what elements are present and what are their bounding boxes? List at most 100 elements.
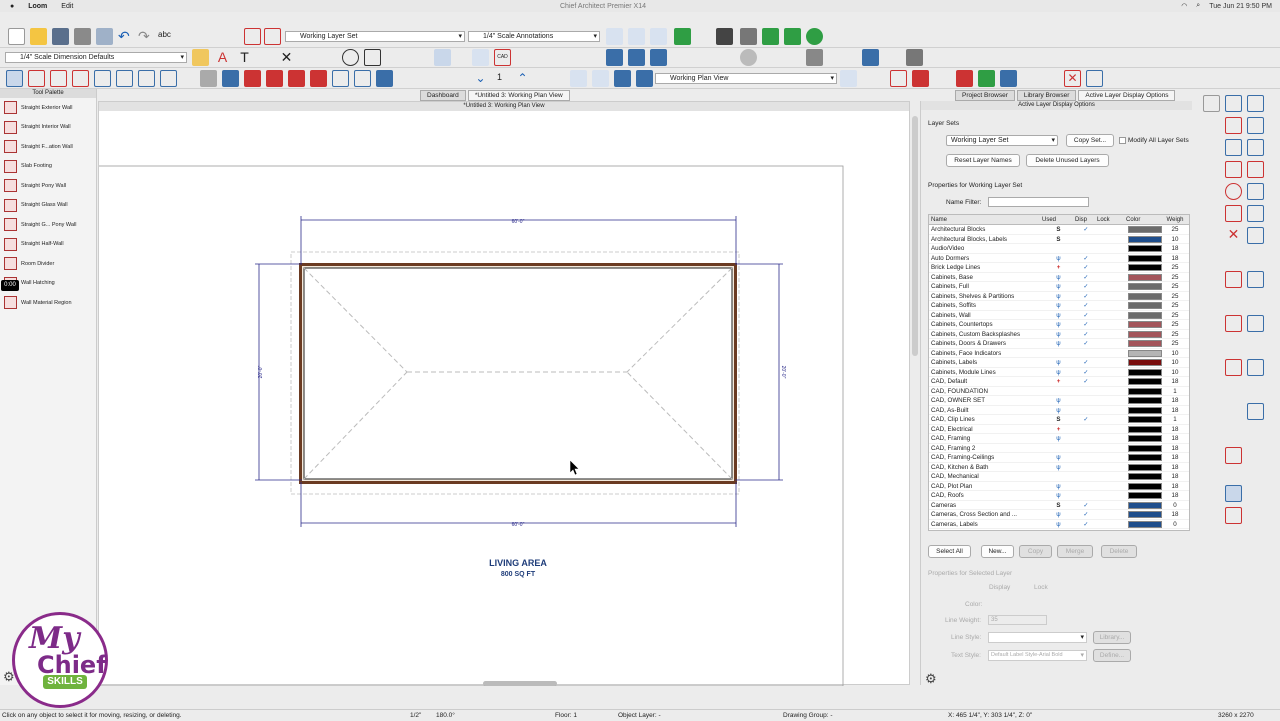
window-tool2-icon[interactable] [116, 70, 133, 87]
save-icon[interactable] [52, 28, 69, 45]
view-settings-icon[interactable] [840, 70, 857, 87]
print-preview-icon[interactable] [96, 28, 113, 45]
layer-display-check[interactable]: ✓ [1075, 292, 1097, 301]
new-file-icon[interactable] [8, 28, 25, 45]
fence-icon[interactable] [762, 28, 779, 45]
layer-row[interactable]: Cabinets, Full ψ ✓ 25 [929, 282, 1189, 292]
pencil-icon[interactable] [906, 49, 923, 66]
layer-row[interactable]: CAD, Framing 2 18 [929, 444, 1189, 453]
layer-color-cell[interactable] [1126, 273, 1164, 282]
layers-icon[interactable] [200, 70, 217, 87]
layer-display-check[interactable]: ✓ [1075, 520, 1097, 529]
layer-display-check[interactable]: ✓ [1075, 330, 1097, 339]
spell-check-icon[interactable]: abc [158, 28, 175, 45]
rt-tool-1-icon[interactable] [1203, 95, 1220, 112]
rt-tool-18-icon[interactable] [1247, 315, 1264, 332]
cube-icon[interactable] [376, 70, 393, 87]
rt-tool-12-icon[interactable] [1225, 205, 1242, 222]
layer-lock[interactable] [1097, 235, 1126, 244]
garage-icon[interactable] [266, 70, 283, 87]
rt-tool-2-icon[interactable] [1225, 95, 1242, 112]
layer-lock[interactable] [1097, 225, 1126, 234]
layer-lock[interactable] [1097, 520, 1126, 529]
layer-display-check[interactable]: ✓ [1075, 273, 1097, 282]
palette-item[interactable]: Straight Exterior Wall [0, 98, 96, 118]
layer-lock[interactable] [1097, 510, 1126, 519]
layer-lock[interactable] [1097, 425, 1126, 434]
palette-item[interactable]: Wall Material Region [0, 293, 96, 313]
layer-display-check[interactable]: ✓ [1075, 368, 1097, 377]
layer-display-check[interactable]: ✓ [1075, 339, 1097, 348]
layer-display-check[interactable] [1075, 444, 1097, 453]
fill-icon[interactable] [956, 70, 973, 87]
modify-all-checkbox[interactable] [1119, 137, 1126, 144]
layer-color-cell[interactable] [1126, 396, 1164, 405]
select-object-icon[interactable] [434, 49, 451, 66]
layer-row[interactable]: Cabinets, Countertops ψ ✓ 25 [929, 320, 1189, 330]
layer-row[interactable]: Cabinets, Doors & Drawers ψ ✓ 25 [929, 339, 1189, 349]
rectangle-tool-icon[interactable] [364, 49, 381, 66]
col-name[interactable]: Name [929, 215, 1042, 224]
panel-layer-set-select[interactable]: Working Layer Set [946, 135, 1058, 146]
wifi-icon[interactable]: ◠ [1181, 2, 1187, 10]
panel-gear-icon[interactable]: ⚙ [925, 671, 937, 687]
tab-project-browser[interactable]: Project Browser [955, 90, 1015, 101]
layer-display-check[interactable]: ✓ [1075, 501, 1097, 510]
palette-item[interactable]: Straight Interior Wall [0, 118, 96, 138]
layer-row[interactable]: Cabinets, Soffits ψ ✓ 25 [929, 301, 1189, 311]
layer-display-check[interactable]: ✓ [1075, 254, 1097, 263]
layer-row[interactable]: Cabinets, Base ψ ✓ 25 [929, 273, 1189, 282]
dark-block-icon[interactable] [716, 28, 733, 45]
rt-tool-17-icon[interactable] [1225, 315, 1242, 332]
layer-color-cell[interactable] [1126, 453, 1164, 462]
rt-tool-21-icon[interactable] [1247, 403, 1264, 420]
layer-color-cell[interactable] [1126, 472, 1164, 481]
layer-lock[interactable] [1097, 339, 1126, 348]
window-tool-icon[interactable] [806, 49, 823, 66]
layer-display-check[interactable] [1075, 387, 1097, 396]
lock-checkbox-label[interactable]: Lock [1034, 584, 1048, 591]
layer-color-cell[interactable] [1126, 320, 1164, 329]
layer-display-check[interactable]: ✓ [1075, 311, 1097, 320]
floor-up-icon[interactable]: ⌃ [514, 70, 531, 87]
house-icon[interactable] [606, 49, 623, 66]
dimension-icon[interactable] [890, 70, 907, 87]
floor-down-icon[interactable]: ⌄ [472, 70, 489, 87]
open-folder-icon[interactable] [30, 28, 47, 45]
rt-tool-4-icon[interactable] [1225, 117, 1242, 134]
rt-tool-20-icon[interactable] [1247, 359, 1264, 376]
rt-tool-8-icon[interactable] [1225, 161, 1242, 178]
rt-tool-5-icon[interactable] [1247, 117, 1264, 134]
rt-tool-15-icon[interactable] [1225, 271, 1242, 288]
layer-display-check[interactable] [1075, 434, 1097, 443]
menu-app[interactable]: Loom [28, 3, 47, 10]
layer-row[interactable]: Cabinets, Module Lines ψ ✓ 10 [929, 368, 1189, 377]
plan-canvas[interactable]: *Untitled 3: Working Plan View 60'-0" 60… [98, 101, 918, 686]
layer-lock[interactable] [1097, 406, 1126, 415]
layer-color-cell[interactable] [1126, 425, 1164, 434]
layer-color-cell[interactable] [1126, 415, 1164, 424]
layer-lock[interactable] [1097, 482, 1126, 491]
rt-tool-14-icon[interactable] [1247, 227, 1264, 244]
rt-tool-23-icon[interactable] [1225, 485, 1242, 502]
layer-lock[interactable] [1097, 273, 1126, 282]
copy-layer-button[interactable]: Copy [1019, 545, 1052, 558]
cad-tool-icon[interactable] [472, 49, 489, 66]
col-used[interactable]: Used [1042, 215, 1075, 224]
palette-item[interactable]: Straight G... Pony Wall [0, 215, 96, 235]
col-color[interactable]: Color [1126, 215, 1164, 224]
rt-tool-3-icon[interactable] [1247, 95, 1264, 112]
layer-row[interactable]: Cameras, Labels ψ ✓ 0 [929, 520, 1189, 529]
layer-row[interactable]: Cameras S ✓ 0 [929, 501, 1189, 510]
layer-lock[interactable] [1097, 358, 1126, 367]
display-checkbox-label[interactable]: Display [989, 584, 1010, 591]
layer-display-check[interactable]: ✓ [1075, 377, 1097, 386]
layer-row[interactable]: Cabinets, Wall ψ ✓ 25 [929, 311, 1189, 320]
text-t-icon[interactable]: T [236, 49, 253, 66]
layer-display-check[interactable] [1075, 472, 1097, 481]
framing-tool-icon[interactable] [160, 70, 177, 87]
layer-row[interactable]: Cameras, Cross Section and ... ψ ✓ 18 [929, 510, 1189, 520]
layer-lock[interactable] [1097, 377, 1126, 386]
wall-tool-icon[interactable] [28, 70, 45, 87]
layer-color-cell[interactable] [1126, 501, 1164, 510]
